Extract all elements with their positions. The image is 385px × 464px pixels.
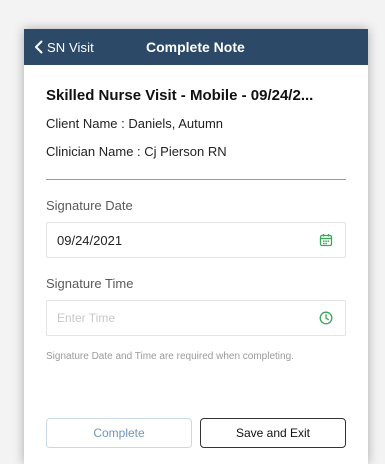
chevron-left-icon	[34, 40, 43, 54]
save-and-exit-button[interactable]: Save and Exit	[200, 418, 346, 448]
client-name: Client Name : Daniels, Autumn	[46, 116, 224, 131]
back-button[interactable]: SN Visit	[24, 40, 94, 55]
phone-screen: SN Visit Complete Note Skilled Nurse Vis…	[24, 29, 368, 464]
back-label: SN Visit	[47, 39, 94, 55]
top-nav-bar: SN Visit Complete Note	[24, 29, 368, 65]
signature-time-placeholder: Enter Time	[57, 311, 116, 325]
clock-icon[interactable]	[319, 311, 333, 325]
signature-date-field[interactable]: 09/24/2021	[46, 222, 346, 258]
required-hint: Signature Date and Time are required whe…	[46, 351, 294, 362]
page-title: Complete Note	[146, 39, 245, 55]
note-content: Skilled Nurse Visit - Mobile - 09/24/2..…	[24, 87, 368, 363]
action-bar: Complete Save and Exit	[46, 418, 346, 448]
signature-time-field[interactable]: Enter Time	[46, 300, 346, 336]
complete-button[interactable]: Complete	[46, 418, 192, 448]
calendar-icon[interactable]	[319, 233, 333, 247]
signature-time-label: Signature Time	[46, 276, 134, 291]
divider	[46, 179, 346, 180]
clinician-name: Clinician Name : Cj Pierson RN	[46, 144, 227, 159]
visit-title: Skilled Nurse Visit - Mobile - 09/24/2..…	[46, 87, 314, 104]
signature-date-value: 09/24/2021	[57, 232, 123, 248]
signature-date-label: Signature Date	[46, 198, 133, 213]
